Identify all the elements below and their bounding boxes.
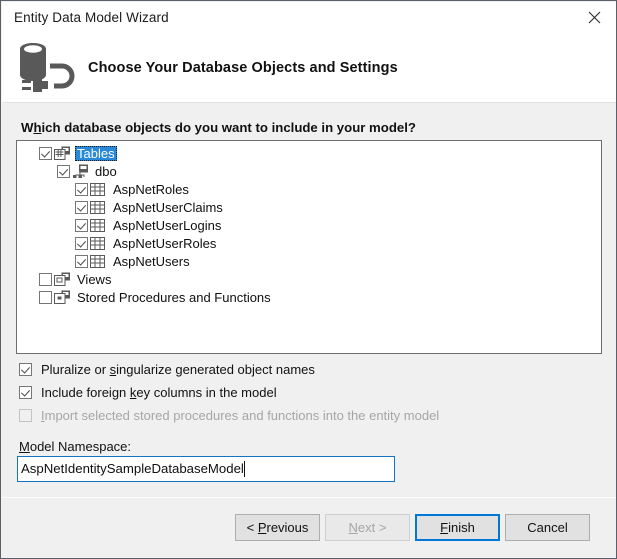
button-label: Cancel [527, 520, 567, 535]
tree-node-checkbox[interactable] [39, 146, 52, 160]
table-icon [90, 182, 107, 197]
checkbox-label: Include foreign key columns in the model [41, 385, 277, 400]
tree-node[interactable]: Stored Procedures and Functions [17, 288, 601, 306]
tree-node[interactable]: Tables [17, 144, 601, 162]
checkbox-box[interactable] [19, 386, 32, 399]
title-bar: Entity Data Model Wizard [2, 2, 616, 32]
tree-node[interactable]: AspNetUsers [17, 252, 601, 270]
button-label-post: Cancel [527, 520, 568, 535]
tree-node-label: AspNetUserRoles [113, 235, 217, 251]
dialog-body: Which database objects do you want to in… [2, 103, 616, 497]
table-icon [90, 236, 107, 251]
checkbox-box [19, 409, 32, 422]
tree-node-checkbox[interactable] [39, 290, 52, 304]
model-namespace-label-accel: M [19, 439, 30, 454]
checkbox-import-procedures: Import selected stored procedures and fu… [19, 408, 439, 423]
close-icon [588, 11, 601, 24]
label-post: ey columns in the model [136, 385, 277, 400]
table-icon [90, 218, 107, 233]
tables-folder-icon [54, 146, 71, 161]
window-title: Entity Data Model Wizard [14, 9, 169, 25]
next-button: Next > [325, 514, 410, 541]
tree-node-label: AspNetUserClaims [113, 199, 223, 215]
tree-node-checkbox[interactable] [57, 164, 70, 178]
button-label-pre: < [246, 520, 258, 535]
previous-button[interactable]: < Previous [235, 514, 320, 541]
tree-node-label: AspNetRoles [113, 181, 189, 197]
tree-body: Tables dbo AspNetRoles AspNetUserClaims AspN… [17, 141, 601, 306]
tree-node[interactable]: Views [17, 270, 601, 288]
tree-node[interactable]: AspNetUserClaims [17, 198, 601, 216]
model-namespace-label: Model Namespace: [19, 439, 131, 454]
prompt-label-pre: W [21, 120, 34, 135]
checkbox-label: Import selected stored procedures and fu… [41, 408, 439, 423]
close-button[interactable] [571, 2, 616, 32]
tree-node-label: dbo [95, 163, 117, 179]
wizard-header: Choose Your Database Objects and Setting… [2, 32, 616, 103]
prompt-label-accel: h [33, 120, 42, 135]
button-label-accel: F [440, 520, 449, 535]
tree-node-checkbox[interactable] [75, 218, 88, 232]
checkbox-box[interactable] [19, 363, 32, 376]
button-label-post: ext > [357, 520, 387, 535]
model-namespace-label-post: odel Namespace: [29, 439, 132, 454]
table-icon [90, 254, 107, 269]
button-label: Next > [349, 520, 387, 535]
cancel-button[interactable]: Cancel [505, 514, 590, 541]
button-label-post: inish [448, 520, 475, 535]
tree-node-checkbox[interactable] [75, 236, 88, 250]
page-title: Choose Your Database Objects and Setting… [88, 60, 398, 76]
button-label-post: revious [266, 520, 309, 535]
model-namespace-input[interactable]: AspNetIdentitySampleDatabaseModel [17, 456, 395, 482]
button-label-accel: N [348, 520, 358, 535]
finish-button[interactable]: Finish [415, 514, 500, 541]
button-label: < Previous [247, 520, 309, 535]
table-icon [90, 200, 107, 215]
checkbox-foreign-keys[interactable]: Include foreign key columns in the model [19, 385, 277, 400]
procedures-folder-icon [54, 290, 71, 305]
label-pre: Pluralize or [41, 362, 110, 377]
label-post: ingularize generated object names [116, 362, 315, 377]
tree-node-checkbox[interactable] [75, 182, 88, 196]
prompt-label-post: ich database objects do you want to incl… [41, 120, 416, 135]
database-objects-tree[interactable]: Tables dbo AspNetRoles AspNetUserClaims AspN… [16, 140, 602, 354]
tree-node[interactable]: AspNetUserRoles [17, 234, 601, 252]
views-folder-icon [54, 272, 71, 287]
tree-node[interactable]: AspNetUserLogins [17, 216, 601, 234]
model-namespace-value: AspNetIdentitySampleDatabaseModel [21, 461, 244, 476]
tree-node-checkbox[interactable] [75, 200, 88, 214]
tree-node[interactable]: AspNetRoles [17, 180, 601, 198]
text-caret [243, 461, 245, 477]
tree-node-label: Views [77, 271, 112, 287]
label-post: mport selected stored procedures and fun… [44, 408, 440, 423]
tree-node[interactable]: dbo [17, 162, 601, 180]
tree-node-label: AspNetUserLogins [113, 217, 222, 233]
button-label: Finish [440, 520, 475, 535]
tree-node-label: AspNetUsers [113, 253, 190, 269]
tree-node-label: Tables [75, 145, 117, 161]
checkbox-pluralize[interactable]: Pluralize or singularize generated objec… [19, 362, 315, 377]
label-pre: Include foreign [41, 385, 130, 400]
checkbox-label: Pluralize or singularize generated objec… [41, 362, 315, 377]
tree-node-checkbox[interactable] [39, 272, 52, 286]
tree-node-label: Stored Procedures and Functions [77, 289, 271, 305]
tree-node-checkbox[interactable] [75, 254, 88, 268]
prompt-label: Which database objects do you want to in… [21, 120, 416, 135]
schema-icon [72, 164, 89, 179]
entity-data-model-wizard-dialog: Entity Data Model Wizard Choose Your Dat… [0, 0, 617, 559]
database-connection-icon [10, 34, 82, 98]
dialog-footer: < Previous Next > Finish Cancel [2, 497, 616, 558]
